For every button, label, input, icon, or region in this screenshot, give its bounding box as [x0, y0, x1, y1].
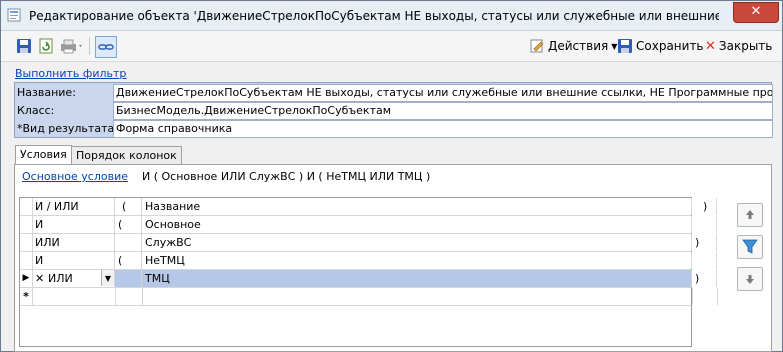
- editor-window: Редактирование объекта 'ДвижениеСтрелокП…: [0, 0, 783, 352]
- result-type-label: *Вид результата:: [17, 122, 118, 135]
- table-row[interactable]: И ( НеТМЦ: [20, 252, 717, 270]
- actions-label: Действия: [548, 39, 609, 53]
- properties-panel: Название: ДвижениеСтрелокПоСубъектам НЕ …: [14, 82, 773, 138]
- cell-open[interactable]: (: [116, 252, 142, 269]
- main-condition-link[interactable]: Основное условие: [22, 170, 128, 183]
- cell-open[interactable]: [116, 234, 142, 251]
- property-name-row: Название: ДвижениеСтрелокПоСубъектам НЕ …: [15, 84, 773, 102]
- close-button[interactable]: ✕ Закрыть: [705, 38, 772, 54]
- name-label: Название:: [17, 86, 76, 99]
- cell-open[interactable]: (: [116, 216, 142, 233]
- actions-button[interactable]: Действия ▼: [529, 38, 617, 54]
- dropdown-arrow-icon[interactable]: ▼: [101, 270, 114, 286]
- print-icon[interactable]: [59, 37, 85, 55]
- cell-open[interactable]: [116, 270, 142, 287]
- conditions-grid: И / ИЛИ ( Название ) И ( Основное ИЛИ Сл…: [19, 197, 718, 347]
- save-label: Сохранить: [636, 39, 704, 53]
- filter-button[interactable]: [737, 235, 763, 259]
- class-field[interactable]: БизнесМодель.ДвижениеСтрелокПоСубъектам: [113, 102, 773, 120]
- conditions-panel: Основное условие И ( Основное ИЛИ СлужВС…: [14, 164, 772, 352]
- cell-andor[interactable]: [33, 288, 116, 305]
- cell-name[interactable]: ТМЦ: [143, 270, 692, 287]
- result-type-field[interactable]: Форма справочника: [113, 120, 773, 138]
- funnel-icon: [742, 239, 758, 254]
- table-row[interactable]: ИЛИ СлужВС ): [20, 234, 717, 252]
- class-label: Класс:: [17, 104, 55, 117]
- new-row[interactable]: *: [20, 288, 718, 306]
- name-field[interactable]: ДвижениеСтрелокПоСубъектам НЕ выходы, ст…: [113, 84, 773, 102]
- condition-expression: И ( Основное ИЛИ СлужВС ) И ( НеТМЦ ИЛИ …: [142, 170, 431, 183]
- cell-andor[interactable]: И: [33, 252, 115, 269]
- property-class-row: Класс: БизнесМодель.ДвижениеСтрелокПоСуб…: [15, 102, 773, 120]
- close-label: Закрыть: [718, 39, 773, 53]
- move-up-button[interactable]: [737, 203, 763, 227]
- cell-andor[interactable]: И: [33, 216, 115, 233]
- clear-value-icon[interactable]: ✕: [35, 270, 44, 287]
- close-icon: ✕: [705, 38, 716, 54]
- column-header-andor[interactable]: И / ИЛИ: [33, 198, 115, 215]
- cell-close[interactable]: [693, 216, 717, 233]
- grid-header: И / ИЛИ ( Название ): [20, 198, 717, 216]
- andor-dropdown-value: ИЛИ: [48, 272, 73, 285]
- cell-name[interactable]: Основное: [143, 216, 692, 233]
- property-result-row: *Вид результата: Форма справочника: [15, 120, 773, 138]
- tab-column-order[interactable]: Порядок колонок: [71, 146, 182, 164]
- window-close-button[interactable]: ✕: [733, 2, 779, 23]
- row-indicator-header: [20, 198, 33, 215]
- new-row-marker: *: [20, 288, 33, 305]
- cell-close[interactable]: [693, 288, 718, 305]
- column-header-open[interactable]: (: [116, 198, 142, 215]
- arrow-down-icon: [746, 275, 754, 284]
- save-disk-icon[interactable]: [15, 37, 33, 55]
- cell-close[interactable]: ): [693, 234, 717, 251]
- app-icon: [7, 8, 21, 22]
- cell-andor[interactable]: ИЛИ: [33, 234, 115, 251]
- column-header-name[interactable]: Название: [143, 198, 692, 215]
- cell-close[interactable]: [693, 252, 717, 269]
- andor-dropdown[interactable]: ✕ ИЛИ ▼: [33, 270, 115, 287]
- row-indicator: [20, 252, 33, 269]
- move-down-button[interactable]: [737, 267, 763, 291]
- current-row-arrow-icon: ▶: [20, 270, 33, 287]
- table-row-selected[interactable]: ▶ ✕ ИЛИ ▼ ТМЦ ): [20, 270, 717, 288]
- cell-name[interactable]: СлужВС: [143, 234, 692, 251]
- link-icon[interactable]: [95, 36, 117, 58]
- cell-name[interactable]: НеТМЦ: [143, 252, 692, 269]
- row-indicator: [20, 216, 33, 233]
- refresh-icon[interactable]: [37, 37, 55, 55]
- run-filter-link[interactable]: Выполнить фильтр: [15, 67, 126, 80]
- save-icon: [618, 39, 632, 53]
- toolbar-separator: [89, 37, 90, 55]
- cell-close[interactable]: ): [693, 270, 717, 287]
- cell-open[interactable]: [116, 288, 143, 305]
- column-header-close[interactable]: ): [693, 198, 717, 215]
- arrow-up-icon: [746, 210, 754, 219]
- window-title: Редактирование объекта 'ДвижениеСтрелокП…: [29, 9, 719, 23]
- tab-conditions[interactable]: Условия: [15, 145, 72, 165]
- cell-name[interactable]: [143, 288, 693, 305]
- row-indicator: [20, 234, 33, 251]
- title-bar: Редактирование объекта 'ДвижениеСтрелокП…: [1, 1, 782, 31]
- table-row[interactable]: И ( Основное: [20, 216, 717, 234]
- condition-line: Основное условие И ( Основное ИЛИ СлужВС…: [22, 170, 430, 183]
- toolbar: Действия ▼ Сохранить ✕ Закрыть: [1, 31, 782, 62]
- save-button[interactable]: Сохранить: [617, 38, 704, 54]
- actions-icon: [530, 39, 544, 53]
